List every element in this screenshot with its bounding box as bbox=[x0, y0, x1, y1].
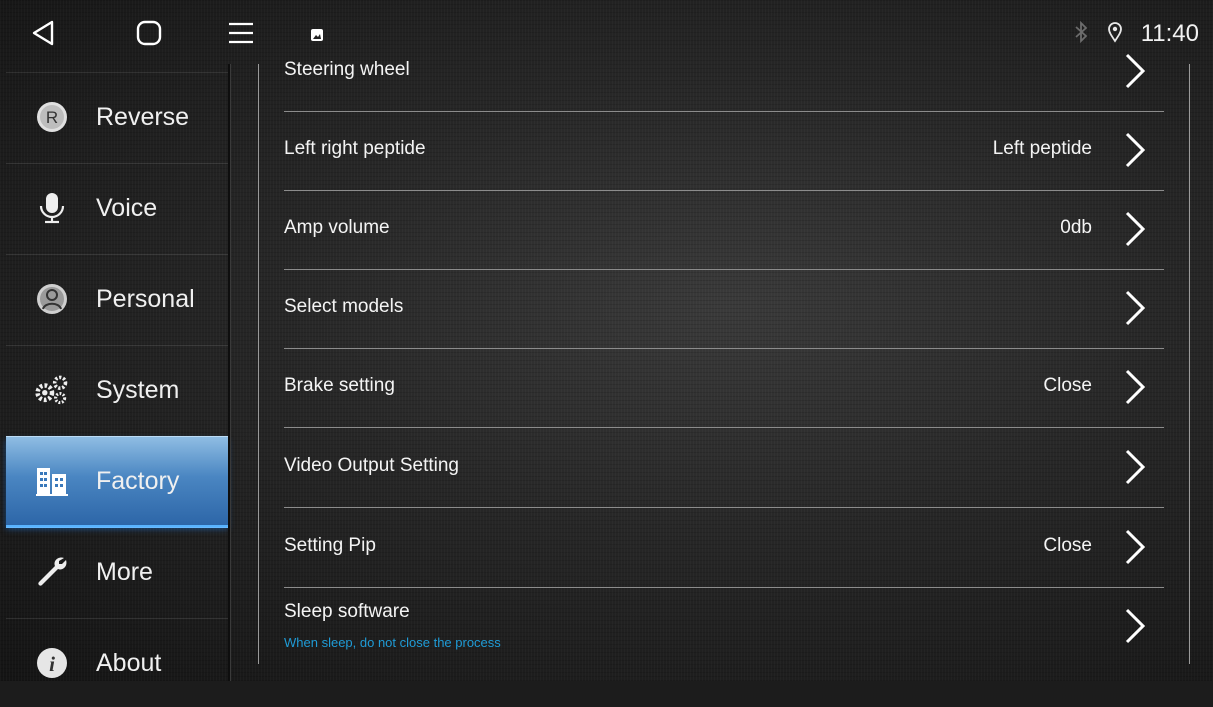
setting-row-video-output-setting[interactable]: Video Output Setting bbox=[284, 428, 1164, 508]
list-left-border bbox=[258, 64, 259, 664]
person-icon bbox=[34, 281, 70, 317]
setting-row-select-models[interactable]: Select models bbox=[284, 269, 1164, 349]
sidebar-item-label: System bbox=[96, 375, 180, 404]
sidebar-divider bbox=[228, 64, 231, 681]
setting-value: Close bbox=[1043, 535, 1092, 556]
setting-row-setting-pip[interactable]: Setting Pip Close bbox=[284, 508, 1164, 588]
chevron-right-icon bbox=[1125, 529, 1146, 565]
back-triangle-icon[interactable] bbox=[20, 10, 66, 56]
sidebar-item-factory[interactable]: Factory bbox=[6, 436, 228, 528]
chevron-right-icon bbox=[1125, 53, 1146, 89]
sidebar-item-about[interactable]: i About bbox=[6, 618, 228, 707]
factory-icon bbox=[34, 463, 70, 499]
setting-title: Sleep software bbox=[284, 601, 410, 622]
setting-row-amp-volume[interactable]: Amp volume 0db bbox=[284, 190, 1164, 270]
setting-row-sleep-software[interactable]: Sleep software When sleep, do not close … bbox=[284, 587, 1164, 666]
home-square-icon[interactable] bbox=[126, 10, 172, 56]
gears-icon bbox=[34, 372, 70, 408]
info-icon: i bbox=[34, 645, 70, 681]
sidebar-item-reverse[interactable]: R Reverse bbox=[6, 72, 228, 161]
setting-row-brake-setting[interactable]: Brake setting Close bbox=[284, 348, 1164, 428]
setting-value: Left peptide bbox=[992, 138, 1092, 159]
hamburger-menu-icon[interactable] bbox=[218, 10, 264, 56]
sidebar-item-label: Reverse bbox=[96, 102, 190, 131]
sidebar-item-label: Personal bbox=[96, 284, 195, 313]
sidebar-item-voice[interactable]: Voice bbox=[6, 163, 228, 252]
sidebar-item-system[interactable]: System bbox=[6, 345, 228, 434]
setting-title: Setting Pip bbox=[284, 535, 376, 556]
sidebar-item-label: More bbox=[96, 557, 153, 586]
setting-title: Select models bbox=[284, 296, 404, 317]
chevron-right-icon bbox=[1125, 132, 1146, 168]
setting-value: Close bbox=[1043, 375, 1092, 396]
setting-title: Amp volume bbox=[284, 217, 390, 238]
chevron-right-icon bbox=[1125, 369, 1146, 405]
setting-title: Video Output Setting bbox=[284, 455, 459, 476]
setting-title: Left right peptide bbox=[284, 138, 426, 159]
sidebar-item-label: Factory bbox=[96, 466, 180, 495]
sidebar: R Reverse Voice Personal System Factory … bbox=[6, 64, 228, 681]
setting-value: 0db bbox=[1060, 217, 1092, 238]
svg-text:R: R bbox=[46, 108, 58, 127]
chevron-right-icon bbox=[1125, 211, 1146, 247]
chevron-right-icon bbox=[1125, 449, 1146, 485]
setting-title: Steering wheel bbox=[284, 59, 410, 80]
microphone-icon bbox=[34, 190, 70, 226]
setting-row-steering-wheel[interactable]: Steering wheel bbox=[284, 32, 1164, 112]
setting-row-left-right-peptide[interactable]: Left right peptide Left peptide bbox=[284, 111, 1164, 191]
chevron-right-icon bbox=[1125, 608, 1146, 644]
sidebar-item-personal[interactable]: Personal bbox=[6, 254, 228, 343]
chevron-right-icon bbox=[1125, 290, 1146, 326]
sidebar-item-label: About bbox=[96, 648, 162, 677]
reverse-r-icon: R bbox=[34, 99, 70, 135]
setting-title: Brake setting bbox=[284, 375, 395, 396]
sidebar-item-label: Voice bbox=[96, 193, 158, 222]
sidebar-item-more[interactable]: More bbox=[6, 527, 228, 616]
svg-text:i: i bbox=[49, 652, 55, 676]
list-right-border bbox=[1189, 64, 1190, 664]
wrench-icon bbox=[34, 554, 70, 590]
setting-subtitle: When sleep, do not close the process bbox=[284, 635, 501, 650]
